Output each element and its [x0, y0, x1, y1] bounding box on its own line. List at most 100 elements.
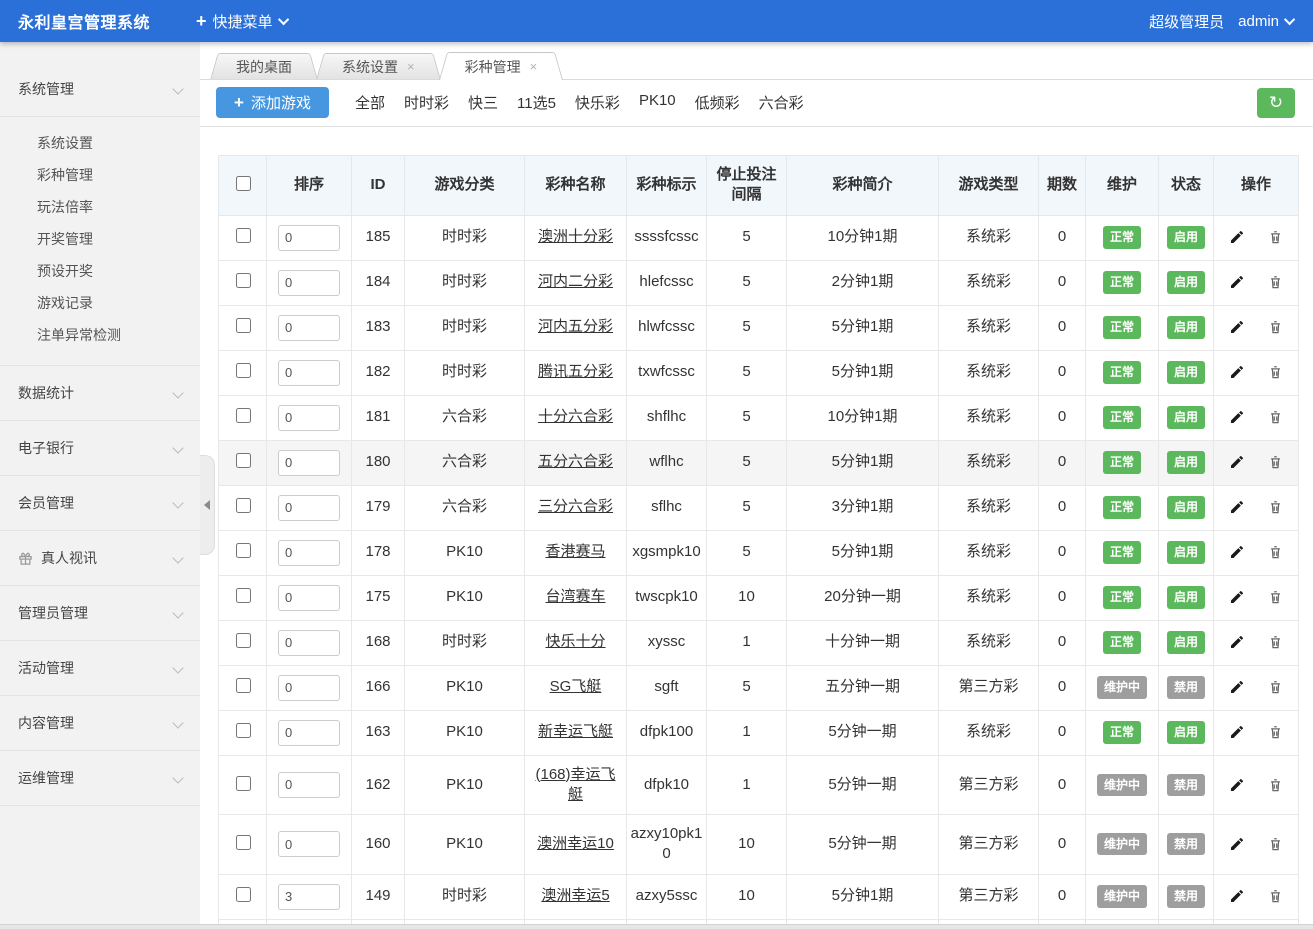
delete-icon[interactable] [1268, 364, 1283, 380]
row-checkbox[interactable] [236, 498, 251, 513]
status-badge[interactable]: 启用 [1167, 406, 1205, 428]
horizontal-scrollbar[interactable] [0, 924, 1313, 929]
status-badge[interactable]: 启用 [1167, 361, 1205, 383]
sidebar-group[interactable]: 会员管理 [0, 476, 200, 531]
status-badge[interactable]: 禁用 [1167, 833, 1205, 855]
filter-link[interactable]: 低频彩 [695, 92, 740, 113]
maintenance-badge[interactable]: 正常 [1103, 496, 1141, 518]
status-badge[interactable]: 启用 [1167, 631, 1205, 653]
edit-icon[interactable] [1229, 499, 1245, 515]
sidebar-item[interactable]: 系统设置 [0, 127, 200, 159]
status-badge[interactable]: 启用 [1167, 721, 1205, 743]
tab[interactable]: 我的桌面 [222, 53, 306, 79]
sidebar-group[interactable]: 运维管理 [0, 751, 200, 806]
status-badge[interactable]: 启用 [1167, 496, 1205, 518]
sort-input[interactable] [278, 720, 340, 746]
sort-input[interactable] [278, 585, 340, 611]
sidebar-item[interactable]: 注单异常检测 [0, 319, 200, 351]
row-checkbox[interactable] [236, 228, 251, 243]
row-checkbox[interactable] [236, 633, 251, 648]
status-badge[interactable]: 禁用 [1167, 676, 1205, 698]
edit-icon[interactable] [1229, 724, 1245, 740]
row-checkbox[interactable] [236, 588, 251, 603]
close-icon[interactable]: × [407, 60, 415, 73]
edit-icon[interactable] [1229, 679, 1245, 695]
maintenance-badge[interactable]: 正常 [1103, 721, 1141, 743]
lottery-name-link[interactable]: 河内五分彩 [538, 318, 613, 335]
sidebar-group[interactable]: 活动管理 [0, 641, 200, 696]
filter-link[interactable]: PK10 [639, 92, 676, 113]
lottery-name-link[interactable]: 澳洲十分彩 [538, 228, 613, 245]
sidebar-collapse-handle[interactable] [200, 455, 215, 555]
status-badge[interactable]: 启用 [1167, 586, 1205, 608]
sort-input[interactable] [278, 405, 340, 431]
sidebar-group[interactable]: 内容管理 [0, 696, 200, 751]
edit-icon[interactable] [1229, 274, 1245, 290]
sort-input[interactable] [278, 831, 340, 857]
delete-icon[interactable] [1268, 229, 1283, 245]
delete-icon[interactable] [1268, 777, 1283, 793]
edit-icon[interactable] [1229, 544, 1245, 560]
row-checkbox[interactable] [236, 835, 251, 850]
close-icon[interactable]: × [530, 60, 538, 73]
edit-icon[interactable] [1229, 836, 1245, 852]
delete-icon[interactable] [1268, 836, 1283, 852]
delete-icon[interactable] [1268, 409, 1283, 425]
sidebar-group[interactable]: 管理员管理 [0, 586, 200, 641]
maintenance-badge[interactable]: 正常 [1103, 271, 1141, 293]
sort-input[interactable] [278, 772, 340, 798]
quick-menu-button[interactable]: + 快捷菜单 [196, 11, 289, 32]
maintenance-badge[interactable]: 维护中 [1097, 774, 1147, 796]
edit-icon[interactable] [1229, 888, 1245, 904]
sidebar-group[interactable]: 数据统计 [0, 366, 200, 421]
lottery-name-link[interactable]: (168)幸运飞艇 [535, 766, 615, 803]
tab[interactable]: 彩种管理× [451, 52, 552, 80]
sort-input[interactable] [278, 270, 340, 296]
edit-icon[interactable] [1229, 319, 1245, 335]
delete-icon[interactable] [1268, 679, 1283, 695]
lottery-name-link[interactable]: 新幸运飞艇 [538, 723, 613, 740]
maintenance-badge[interactable]: 正常 [1103, 406, 1141, 428]
status-badge[interactable]: 启用 [1167, 226, 1205, 248]
lottery-name-link[interactable]: 澳洲幸运5 [541, 887, 609, 904]
row-checkbox[interactable] [236, 408, 251, 423]
sort-input[interactable] [278, 630, 340, 656]
delete-icon[interactable] [1268, 634, 1283, 650]
maintenance-badge[interactable]: 正常 [1103, 316, 1141, 338]
sort-input[interactable] [278, 360, 340, 386]
refresh-button[interactable]: ↻ [1257, 88, 1295, 118]
row-checkbox[interactable] [236, 678, 251, 693]
status-badge[interactable]: 启用 [1167, 271, 1205, 293]
lottery-name-link[interactable]: 澳洲幸运10 [537, 835, 614, 852]
row-checkbox[interactable] [236, 273, 251, 288]
lottery-name-link[interactable]: 香港赛马 [545, 543, 605, 560]
user-menu[interactable]: admin [1238, 13, 1295, 30]
row-checkbox[interactable] [236, 453, 251, 468]
sidebar-group[interactable]: 电子银行 [0, 421, 200, 476]
maintenance-badge[interactable]: 正常 [1103, 451, 1141, 473]
delete-icon[interactable] [1268, 274, 1283, 290]
sidebar-item[interactable]: 预设开奖 [0, 255, 200, 287]
maintenance-badge[interactable]: 维护中 [1097, 833, 1147, 855]
lottery-name-link[interactable]: 十分六合彩 [538, 408, 613, 425]
maintenance-badge[interactable]: 正常 [1103, 541, 1141, 563]
sort-input[interactable] [278, 450, 340, 476]
filter-link[interactable]: 全部 [355, 92, 385, 113]
lottery-name-link[interactable]: SG飞艇 [550, 678, 602, 695]
row-checkbox[interactable] [236, 776, 251, 791]
status-badge[interactable]: 启用 [1167, 541, 1205, 563]
row-checkbox[interactable] [236, 723, 251, 738]
delete-icon[interactable] [1268, 589, 1283, 605]
lottery-name-link[interactable]: 三分六合彩 [538, 498, 613, 515]
lottery-name-link[interactable]: 腾讯五分彩 [538, 363, 613, 380]
status-badge[interactable]: 禁用 [1167, 885, 1205, 907]
select-all-checkbox[interactable] [236, 176, 251, 191]
sort-input[interactable] [278, 225, 340, 251]
delete-icon[interactable] [1268, 888, 1283, 904]
edit-icon[interactable] [1229, 634, 1245, 650]
sidebar-item[interactable]: 玩法倍率 [0, 191, 200, 223]
maintenance-badge[interactable]: 维护中 [1097, 885, 1147, 907]
edit-icon[interactable] [1229, 589, 1245, 605]
delete-icon[interactable] [1268, 724, 1283, 740]
filter-link[interactable]: 11选5 [517, 92, 556, 113]
